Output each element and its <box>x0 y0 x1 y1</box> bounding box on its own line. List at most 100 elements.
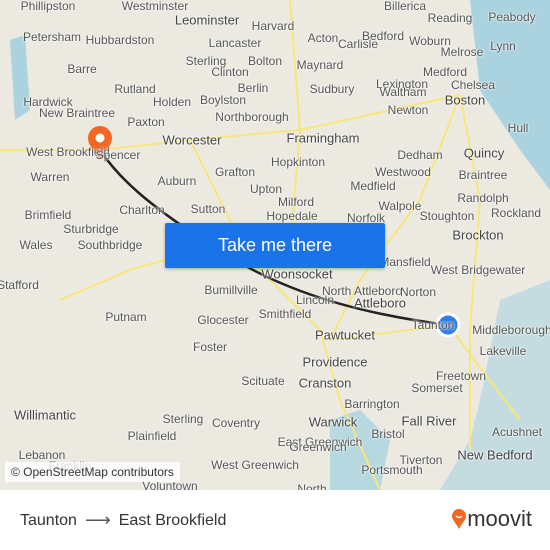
place-label: Warren <box>30 170 70 184</box>
place-label: Glocester <box>197 313 249 327</box>
place-label: Barre <box>67 62 97 76</box>
place-label: Portsmouth <box>361 463 423 477</box>
place-label: Waltham <box>379 85 427 99</box>
place-label: Lakeville <box>479 344 527 358</box>
place-label: Bristol <box>371 427 405 441</box>
place-label: Grafton <box>214 165 256 179</box>
place-label: Holden <box>152 95 192 109</box>
place-label: Boylston <box>199 93 247 107</box>
place-label: Providence <box>302 354 368 370</box>
place-label: Lancaster <box>208 36 262 50</box>
place-label: Attleboro <box>353 295 407 311</box>
place-label: Putnam <box>105 310 147 324</box>
place-label: Upton <box>249 182 283 196</box>
place-label: Sutton <box>190 202 226 216</box>
place-label: Boston <box>444 92 486 108</box>
map-attribution[interactable]: © OpenStreetMap contributors <box>5 462 180 482</box>
place-label: Westwood <box>375 165 431 179</box>
place-label: Willimantic <box>13 407 77 423</box>
place-label: Rockland <box>490 206 542 220</box>
place-label: Bedford <box>361 29 405 43</box>
place-label: Taunton <box>411 318 455 332</box>
place-label: Sudbury <box>309 82 355 96</box>
place-label: Leominster <box>174 12 240 28</box>
place-label: Melrose <box>440 45 484 59</box>
place-label: Southbridge <box>77 238 143 252</box>
place-label: Quincy <box>463 145 505 161</box>
place-label: Plainfield <box>127 429 177 443</box>
place-label: Medfield <box>350 179 396 193</box>
moovit-pin-icon <box>452 509 467 529</box>
place-label: Northborough <box>215 110 289 124</box>
place-label: Paxton <box>127 115 165 129</box>
place-label: Mansfield <box>379 255 431 269</box>
place-label: Hopedale <box>266 209 318 223</box>
place-label: Hubbardston <box>85 33 155 47</box>
place-label: Auburn <box>157 174 197 188</box>
place-label: Phillipston <box>20 0 76 13</box>
place-label: Berlin <box>237 81 269 95</box>
origin-name: Taunton <box>20 511 77 529</box>
place-label: Fall River <box>401 413 457 429</box>
place-label: Bumillville <box>204 283 258 297</box>
place-label: Newton <box>387 103 429 117</box>
place-label: Worcester <box>162 132 222 148</box>
place-label: Clinton <box>211 65 249 79</box>
place-label: Norton <box>399 285 437 299</box>
place-label: Foster <box>192 340 228 354</box>
place-label: New Braintree <box>38 106 116 120</box>
place-label: Scituate <box>241 374 285 388</box>
route-summary: Taunton ⟶ East Brookfield <box>20 510 226 531</box>
place-label: Middleborough <box>472 323 550 337</box>
place-label: Braintree <box>458 168 508 182</box>
place-label: Harvard <box>251 19 295 33</box>
take-me-there-button[interactable]: Take me there <box>165 223 385 268</box>
place-label: Petersham <box>22 30 82 44</box>
map[interactable]: Phillipston Westminster Leominster Harvard C… <box>0 0 550 490</box>
place-label: Chelsea <box>450 78 496 92</box>
place-label: New Bedford <box>457 447 533 463</box>
place-label: Woonsocket <box>261 266 333 282</box>
place-label: Sturbridge <box>63 222 119 236</box>
arrow-right-icon: ⟶ <box>84 510 111 530</box>
place-label: Acton <box>307 31 339 45</box>
place-label: Rutland <box>114 82 156 96</box>
footer: Taunton ⟶ East Brookfield moovit <box>0 490 550 550</box>
place-label: Charlton <box>119 203 165 217</box>
place-label: Reading <box>427 11 473 25</box>
moovit-logo[interactable]: moovit <box>451 506 532 532</box>
place-label: Wales <box>19 238 53 252</box>
place-label: Milford <box>277 195 315 209</box>
place-label: Coventry <box>211 416 261 430</box>
destination-name: East Brookfield <box>118 511 227 529</box>
place-label: Maynard <box>296 58 344 72</box>
place-label: Randolph <box>457 191 509 205</box>
place-label: Brimfield <box>24 208 72 222</box>
place-label: Barrington <box>344 397 400 411</box>
place-label: West Bridgewater <box>430 263 526 277</box>
place-label: Bolton <box>247 54 283 68</box>
place-label: Sterling <box>162 412 204 426</box>
place-label: Acushnet <box>491 425 543 439</box>
place-label: Somerset <box>411 381 463 395</box>
place-label: Hopkinton <box>270 155 326 169</box>
place-label: Stoughton <box>419 209 475 223</box>
place-label: Greenwich <box>289 440 347 454</box>
place-label: Smithfield <box>258 307 312 321</box>
place-label: Stafford <box>0 278 39 292</box>
place-label: West Greenwich <box>211 458 299 472</box>
place-label: North <box>297 482 327 490</box>
place-label: Pawtucket <box>315 327 375 343</box>
place-label: Billerica <box>383 0 427 13</box>
place-label: Dedham <box>397 148 443 162</box>
place-label: Westminster <box>121 0 189 13</box>
place-label: Framingham <box>286 130 360 146</box>
place-label: Lynn <box>490 39 516 53</box>
place-label: Cranston <box>298 375 352 391</box>
place-label: Spencer <box>95 148 141 162</box>
place-label: Medford <box>422 65 468 79</box>
place-label: Brockton <box>452 227 504 243</box>
brand-name: moovit <box>467 506 532 531</box>
place-label: Warwick <box>308 414 358 430</box>
place-label: Peabody <box>488 10 536 24</box>
